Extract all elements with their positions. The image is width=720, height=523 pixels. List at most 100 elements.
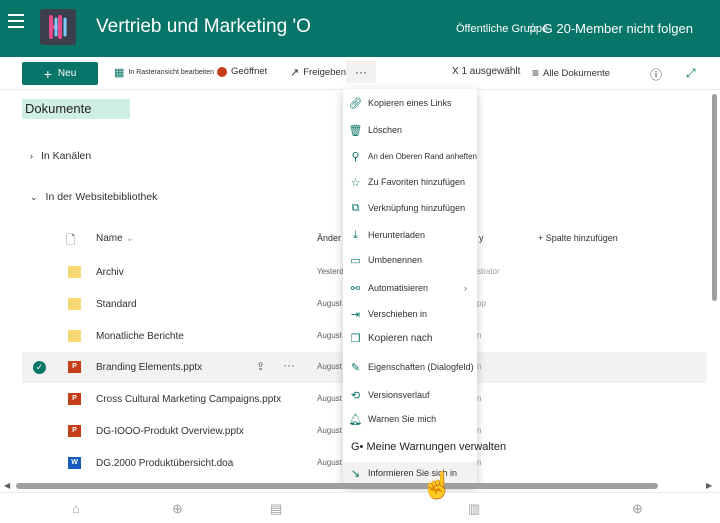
- context-menu: 🔗︎ Kopieren eines Links 🗑︎ Löschen ⚲ An …: [343, 89, 506, 486]
- file-date: August: [317, 299, 342, 308]
- menu-item-properties[interactable]: ✎ Eigenschaften (Dialogfeld): [343, 356, 477, 378]
- file-date: August: [317, 458, 342, 467]
- globe-icon[interactable]: ⊕: [172, 501, 183, 517]
- open-label: Geöffnet: [231, 66, 268, 77]
- menu-item-version-history[interactable]: ⟲ Versionsverlauf: [343, 384, 477, 406]
- command-bar: + Neu ▦ In Rasteransicht bearbeiten Geöf…: [0, 57, 720, 90]
- file-type-icon: 🗋: [66, 233, 76, 247]
- follow-label: G 20-Member nicht folgen: [542, 20, 693, 36]
- menu-item-alert-me[interactable]: 🔔︎ Warnen Sie mich: [343, 408, 477, 430]
- bottom-nav: ⌂ ⊕ ▤ ▥ ⊕: [0, 492, 720, 523]
- file-name[interactable]: Archiv: [96, 267, 124, 278]
- add-icon[interactable]: ⊕: [632, 501, 643, 517]
- grid-view-button[interactable]: ▦ In Rasteransicht bearbeiten: [114, 66, 214, 79]
- menu-item-pin-top[interactable]: ⚲ An den Oberen Rand anheften: [343, 145, 477, 167]
- home-icon[interactable]: ⌂: [72, 501, 80, 516]
- share-icon[interactable]: ⇪: [256, 360, 265, 373]
- file-name[interactable]: Monatliche Berichte: [96, 331, 184, 342]
- horizontal-scroll-thumb[interactable]: [16, 483, 658, 489]
- hand-cursor-icon: ☝: [421, 470, 454, 500]
- download-icon: ⤓: [353, 228, 358, 241]
- menu-item-delete[interactable]: 🗑︎ Löschen: [343, 119, 477, 141]
- add-column-button[interactable]: + Spalte hinzufügen: [538, 233, 618, 243]
- pin-icon: ⚲: [351, 150, 360, 163]
- chevron-right-icon: ›: [30, 151, 33, 161]
- menu-item-automate[interactable]: ⚯ Automatisieren ›: [343, 277, 477, 299]
- plus-icon: +: [43, 65, 52, 82]
- file-modified-by: n: [477, 458, 482, 467]
- file-name[interactable]: Cross Cultural Marketing Campaigns.pptx: [96, 394, 281, 405]
- share-icon: ↗: [290, 67, 300, 79]
- column-modified[interactable]: Änder: [317, 233, 341, 243]
- word-icon: W: [68, 457, 81, 469]
- scroll-left-icon[interactable]: ◀: [4, 481, 10, 490]
- file-modified-by: n: [477, 426, 482, 435]
- bell-icon: 🔔︎: [348, 413, 363, 426]
- file-name[interactable]: DG.2000 Produktübersicht.doa: [96, 458, 233, 469]
- menu-item-label: Versionsverlauf: [368, 390, 430, 400]
- selection-count[interactable]: X 1 ausgewählt: [452, 66, 520, 77]
- menu-item-label: Verschieben in: [368, 309, 428, 319]
- site-title[interactable]: Vertrieb und Marketing 'O: [96, 16, 311, 38]
- menu-item-move[interactable]: ⇥ Verschieben in: [343, 303, 477, 325]
- grid-icon: ▦: [114, 67, 125, 79]
- chevron-down-icon: ⌄: [125, 233, 134, 244]
- menu-item-label: Kopieren eines Links: [368, 98, 452, 108]
- checkmark-icon[interactable]: ✓: [33, 361, 46, 374]
- powerpoint-icon: [217, 66, 227, 77]
- menu-item-add-shortcut[interactable]: ⧉ Verknüpfung hinzufügen: [343, 197, 477, 219]
- info-icon[interactable]: ⓘ: [650, 66, 662, 83]
- file-date: August: [317, 331, 342, 340]
- column-name[interactable]: Name ⌄: [96, 233, 134, 244]
- file-name[interactable]: DG-IOOO-Produkt Overview.pptx: [96, 426, 244, 437]
- file-date: August: [317, 394, 342, 403]
- new-button[interactable]: + Neu: [22, 62, 98, 85]
- expand-icon[interactable]: ⤢: [686, 66, 696, 81]
- vertical-scrollbar[interactable]: [710, 90, 718, 490]
- follow-button[interactable]: ☆ G 20-Member nicht folgen: [527, 20, 693, 36]
- menu-item-copy-link[interactable]: 🔗︎ Kopieren eines Links: [343, 92, 477, 114]
- open-button[interactable]: Geöffnet: [217, 66, 267, 77]
- powerpoint-icon: P: [68, 361, 81, 373]
- file-modified-by: n: [477, 362, 482, 371]
- arrow-icon: ↘: [350, 467, 361, 480]
- menu-item-label: Herunterladen: [368, 230, 426, 240]
- menu-item-manage-alerts[interactable]: G• Meine Warnungen verwalten: [343, 436, 506, 458]
- files-icon[interactable]: ▥: [468, 501, 480, 517]
- vertical-scroll-thumb[interactable]: [712, 94, 717, 301]
- menu-item-download[interactable]: ⤓ Herunterladen: [343, 224, 477, 246]
- app-launcher-icon[interactable]: [8, 14, 24, 28]
- section-site-library[interactable]: ⌄ In der Websitebibliothek: [30, 191, 157, 203]
- chevron-right-icon: ›: [464, 283, 467, 293]
- view-switcher[interactable]: ≡ Alle Dokumente: [532, 66, 610, 80]
- file-modified-by: n: [477, 331, 482, 340]
- automate-icon: ⚯: [350, 282, 361, 295]
- more-icon[interactable]: ···: [283, 358, 295, 372]
- file-date: August: [317, 426, 342, 435]
- menu-item-label: Löschen: [368, 125, 403, 135]
- file-modified-by: pp: [477, 299, 486, 308]
- shortcut-icon: ⧉: [351, 201, 360, 214]
- news-icon[interactable]: ▤: [270, 501, 282, 517]
- menu-item-add-favorites[interactable]: ☆ Zu Favoriten hinzufügen: [343, 171, 477, 193]
- scroll-right-icon[interactable]: ▶: [706, 481, 712, 490]
- site-logo[interactable]: [40, 9, 76, 45]
- file-name[interactable]: Standard: [96, 299, 137, 310]
- site-header: Vertrieb und Marketing 'O Öffentliche Gr…: [0, 0, 720, 57]
- menu-item-rename[interactable]: ▭ Umbenennen: [343, 249, 477, 271]
- trash-icon: 🗑︎: [348, 124, 363, 137]
- menu-item-label: G• Meine Warnungen verwalten: [351, 441, 507, 453]
- star-icon: ☆: [527, 20, 539, 35]
- file-modified-by: strator: [477, 267, 500, 276]
- share-button[interactable]: ↗ Freigeben: [290, 66, 346, 79]
- menu-item-label: Automatisieren: [368, 283, 429, 293]
- more-options-button[interactable]: ···: [346, 61, 376, 83]
- file-name[interactable]: Branding Elements.pptx: [96, 362, 202, 373]
- column-modified-by[interactable]: y: [479, 233, 484, 243]
- menu-item-label: Umbenennen: [368, 255, 423, 265]
- menu-item-label: Verknüpfung hinzufügen: [368, 203, 466, 213]
- section-channels[interactable]: › In Kanälen: [30, 150, 91, 162]
- horizontal-scrollbar[interactable]: ◀ ▶: [0, 480, 720, 492]
- menu-item-copy-to[interactable]: ❐ Kopieren nach: [343, 327, 477, 349]
- menu-item-label: Warnen Sie mich: [368, 414, 437, 424]
